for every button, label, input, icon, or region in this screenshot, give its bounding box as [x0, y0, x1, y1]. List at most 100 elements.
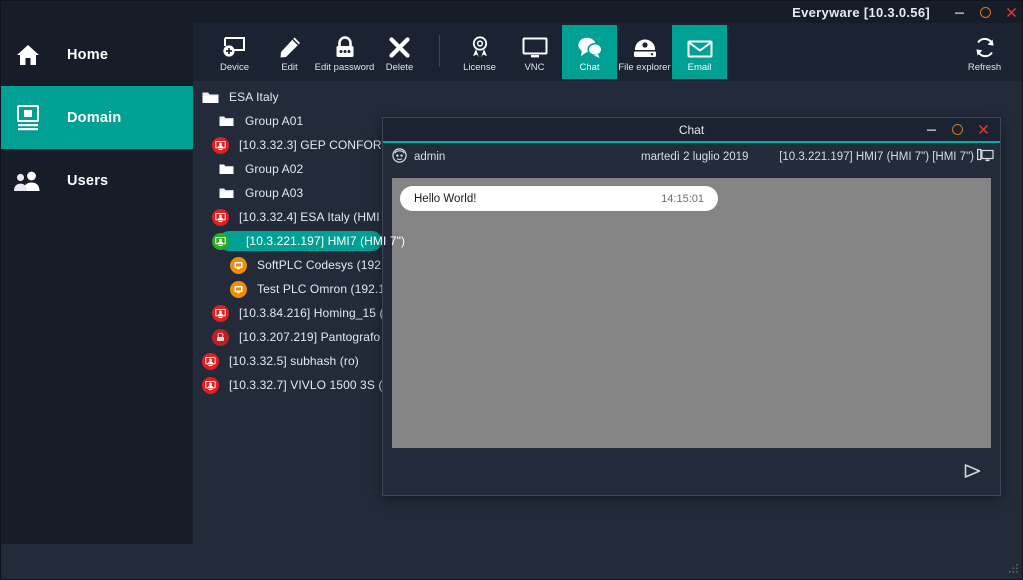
chat-message-time: 14:15:01 — [661, 192, 704, 205]
toolbar-button-delete[interactable]: Delete — [372, 25, 427, 79]
chat-window-buttons — [918, 119, 996, 141]
tree-label: [10.3.32.5] subhash (ro) — [229, 354, 359, 368]
minimize-button[interactable] — [946, 1, 972, 23]
toolbar-button-refresh[interactable]: Refresh — [957, 25, 1012, 79]
toolbar-label-edit: Edit — [281, 61, 298, 73]
toolbar-button-chat[interactable]: Chat — [562, 25, 617, 79]
minimize-icon — [926, 129, 936, 131]
chat-message-text: Hello World! — [414, 192, 477, 205]
tree-row-esa-italy[interactable]: ESA Italy — [193, 85, 1022, 109]
chat-target-info: [10.3.221.197] HMI7 (HMI 7") [HMI 7") — [779, 148, 994, 166]
device-user-icon — [199, 374, 221, 396]
x-icon — [388, 32, 411, 59]
status-dot-red — [211, 304, 229, 322]
chat-user: admin — [392, 148, 445, 166]
toolbar-separator — [439, 35, 440, 67]
status-dot-red — [201, 352, 219, 370]
maximize-circle-icon — [979, 6, 991, 18]
award-icon — [469, 32, 491, 59]
folder-closed-icon — [215, 158, 237, 180]
chat-close-button[interactable] — [970, 119, 996, 141]
sidebar-item-domain[interactable]: Domain — [1, 86, 193, 149]
sidebar-label-users: Users — [67, 172, 109, 189]
tree-label: [10.3.221.197] HMI7 (HMI 7") — [246, 234, 406, 248]
sidebar-label-home: Home — [67, 46, 109, 63]
main-titlebar: Everyware [10.3.0.56] — [1, 1, 1022, 23]
chat-bubble-icon — [577, 32, 603, 59]
file-explorer-icon — [632, 32, 658, 59]
chat-dialog-title: Chat — [678, 122, 705, 137]
sidebar-label-domain: Domain — [67, 109, 122, 126]
toolbar-button-license[interactable]: License — [452, 25, 507, 79]
chat-info-bar: admin martedì 2 luglio 2019 [10.3.221.19… — [383, 143, 1000, 171]
toolbar-button-edit-password[interactable]: Edit password — [314, 25, 375, 79]
chat-minimize-button[interactable] — [918, 119, 944, 141]
tree-label: Group A01 — [245, 114, 304, 128]
minimize-icon — [954, 12, 964, 14]
maximize-circle-icon — [951, 124, 963, 135]
sidebar-item-home[interactable]: Home — [1, 23, 193, 86]
tree-label: Group A03 — [245, 186, 304, 200]
tree-label: ESA Italy — [229, 90, 279, 104]
home-icon — [11, 38, 45, 72]
device-user-icon — [209, 206, 231, 228]
toolbar-label-edit-password: Edit password — [314, 61, 375, 73]
domain-icon — [11, 101, 45, 135]
toolbar-button-device[interactable]: Device — [207, 25, 262, 79]
device-user-icon — [209, 302, 231, 324]
toolbar-label-device: Device — [219, 61, 250, 73]
toolbar-label-refresh: Refresh — [967, 61, 1002, 73]
monitor-small-icon — [977, 148, 994, 166]
status-dot-red — [211, 328, 229, 346]
status-dot-red — [211, 136, 229, 154]
toolbar-label-vnc: VNC — [524, 61, 545, 73]
maximize-button[interactable] — [972, 1, 998, 23]
add-device-icon — [222, 32, 247, 59]
folder-open-icon — [215, 110, 237, 132]
tree-label: [10.3.32.4] ESA Italy (HMI 15") — [239, 210, 406, 224]
send-button[interactable] — [960, 460, 984, 482]
resize-grip[interactable] — [1006, 563, 1019, 576]
close-button[interactable] — [998, 1, 1022, 23]
plc-screen-icon — [227, 254, 249, 276]
chat-message-area[interactable]: Hello World! 14:15:01 — [392, 178, 991, 448]
chat-input-row[interactable] — [383, 448, 1000, 494]
toolbar-label-delete: Delete — [385, 61, 414, 73]
refresh-icon — [973, 32, 997, 59]
pencil-icon — [278, 32, 302, 59]
sidebar-item-users[interactable]: Users — [1, 149, 193, 212]
toolbar-label-license: License — [463, 61, 496, 73]
toolbar-button-file-explorer[interactable]: File explorer — [617, 25, 672, 79]
avatar-icon — [392, 148, 407, 166]
app-title: Everyware [10.3.0.56] — [792, 4, 930, 20]
monitor-icon — [522, 32, 548, 59]
close-icon — [978, 124, 988, 135]
toolbar-label-file-explorer: File explorer — [618, 61, 671, 73]
chat-username: admin — [414, 151, 446, 163]
envelope-icon — [687, 32, 713, 59]
toolbar-button-vnc[interactable]: VNC — [507, 25, 562, 79]
chat-maximize-button[interactable] — [944, 119, 970, 141]
plc-screen-icon — [227, 278, 249, 300]
toolbar-label-email: Email — [687, 61, 712, 73]
folder-open-icon — [215, 182, 237, 204]
toolbar-label-chat: Chat — [579, 61, 600, 73]
toolbar: Device Edit Edit password Delete License… — [193, 23, 1022, 81]
sidebar: Home Domain Users — [1, 23, 193, 544]
toolbar-button-email[interactable]: Email — [672, 25, 727, 79]
chat-dialog: Chat admin martedì 2 luglio 2019 [10.3.2… — [382, 117, 1001, 496]
users-icon — [11, 164, 45, 198]
status-dot-orange — [229, 256, 247, 274]
lock-icon — [333, 32, 357, 59]
device-user-icon — [209, 134, 231, 156]
device-user-icon — [199, 350, 221, 372]
chat-titlebar[interactable]: Chat — [383, 118, 1000, 141]
toolbar-button-edit[interactable]: Edit — [262, 25, 317, 79]
router-icon — [209, 326, 231, 348]
chat-target-label: [10.3.221.197] HMI7 (HMI 7") [HMI 7") — [779, 151, 974, 163]
status-dot-orange — [229, 280, 247, 298]
application-window: Everyware [10.3.0.56] Home Domain Users … — [0, 0, 1023, 580]
status-dot-red — [201, 376, 219, 394]
chat-body: Hello World! 14:15:01 — [383, 171, 1000, 448]
